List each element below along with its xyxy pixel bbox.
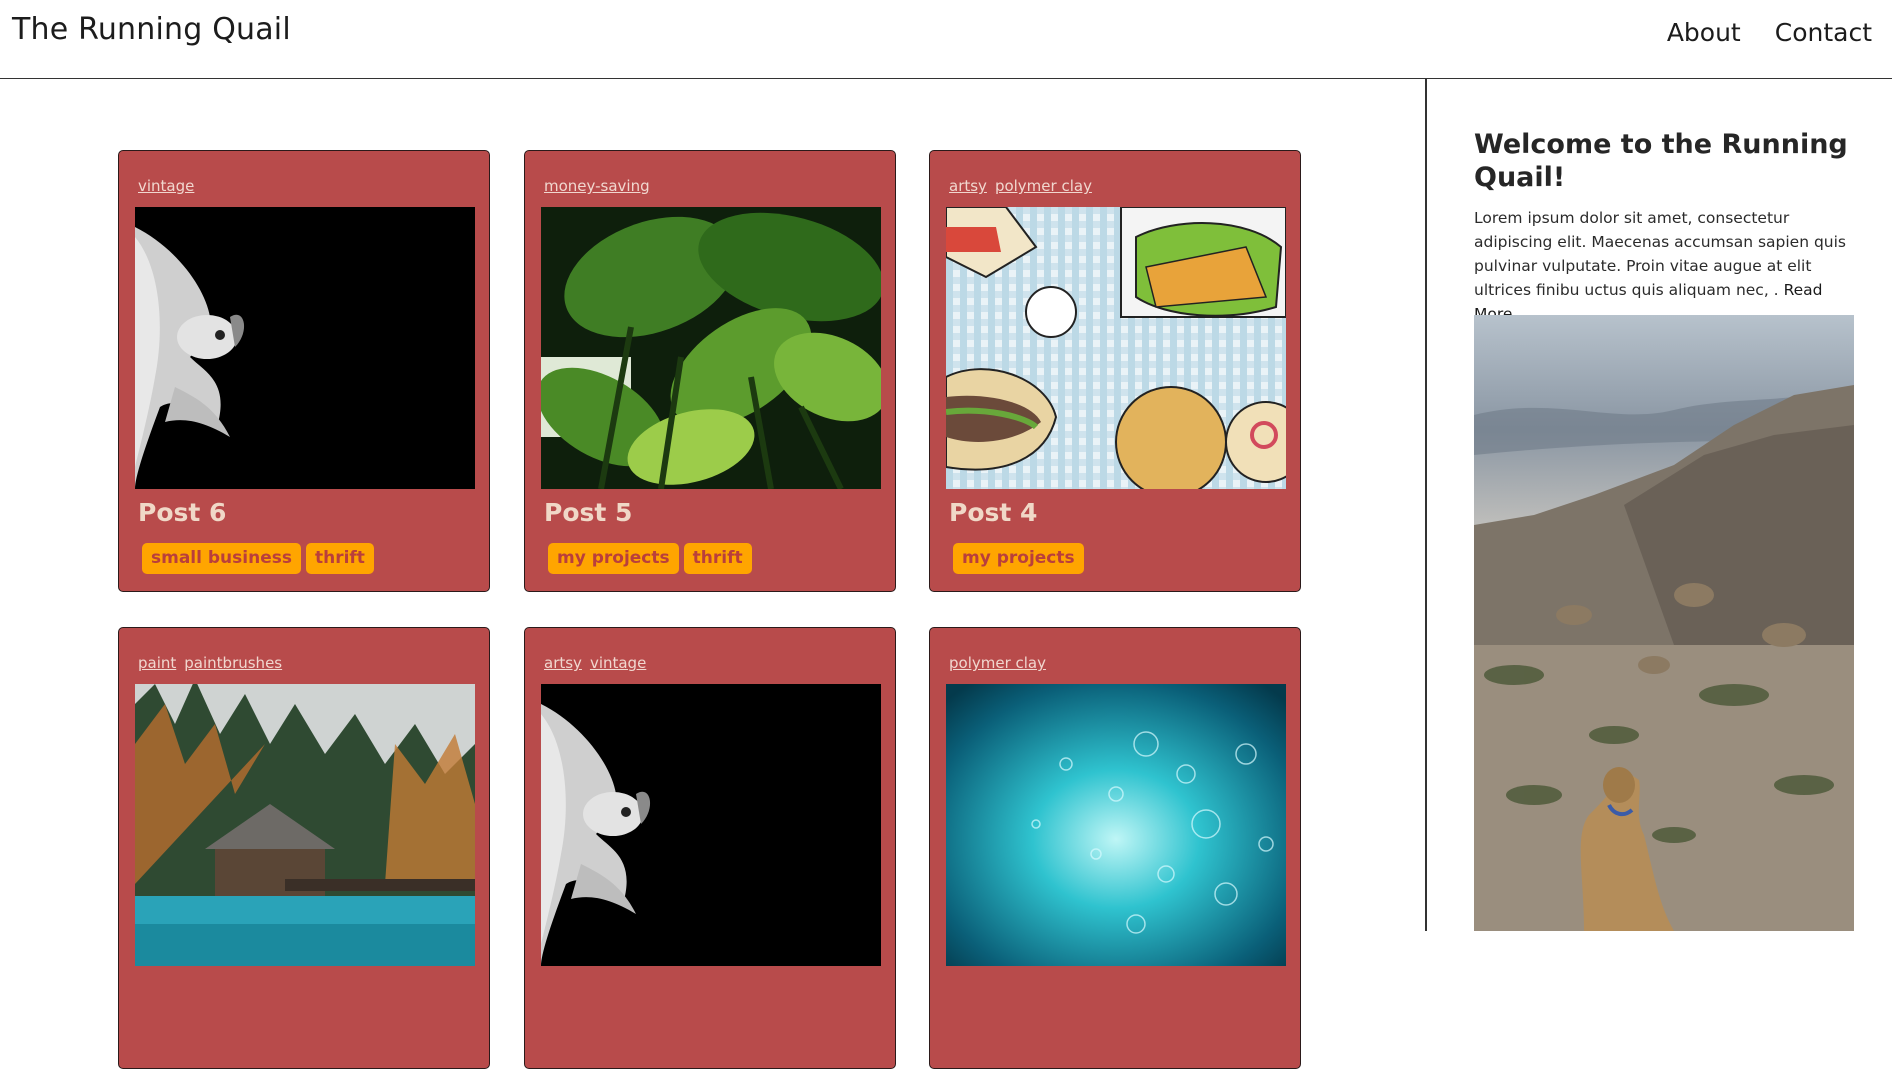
category-links: polymer clay [949,654,1046,672]
site-title[interactable]: The Running Quail [12,12,291,47]
category-links: vintage [138,177,194,195]
tag-list: my projects thrift [548,543,752,574]
tag-badge[interactable]: my projects [953,543,1084,574]
category-link[interactable]: paint [138,654,176,672]
category-links: money-saving [544,177,650,195]
category-links: paint paintbrushes [138,654,282,672]
sidebar-photo [1474,315,1854,931]
nav-about[interactable]: About [1667,18,1741,47]
post-title[interactable]: Post 4 [949,498,1037,527]
category-link[interactable]: artsy [949,177,987,195]
post-card[interactable]: artsy vintage [524,627,896,1069]
tag-list: small business thrift [142,543,374,574]
tag-badge[interactable]: thrift [683,543,752,574]
post-card[interactable]: artsy polymer clay Post 4 my projects [929,150,1301,592]
post-thumbnail[interactable] [541,684,881,966]
post-thumbnail[interactable] [135,207,475,489]
category-link[interactable]: polymer clay [995,177,1092,195]
sidebar-intro: Lorem ipsum dolor sit amet, consectetur … [1474,206,1854,326]
category-link[interactable]: vintage [138,177,194,195]
tag-badge[interactable]: small business [142,543,301,574]
post-thumbnail[interactable] [135,684,475,966]
sidebar-heading: Welcome to the Running Quail! [1474,129,1848,193]
post-card[interactable]: money-saving Post 5 my projects thrift [524,150,896,592]
category-link[interactable]: money-saving [544,177,650,195]
main-nav: About Contact [1667,18,1872,47]
post-title[interactable]: Post 5 [544,498,632,527]
post-card[interactable]: paint paintbrushes [118,627,490,1069]
post-thumbnail[interactable] [946,207,1286,489]
nav-contact[interactable]: Contact [1775,18,1872,47]
site-header: The Running Quail About Contact [0,0,1892,79]
post-title[interactable]: Post 6 [138,498,226,527]
tag-badge[interactable]: thrift [305,543,374,574]
post-card[interactable]: vintage Post 6 small business thrift [118,150,490,592]
category-link[interactable]: vintage [590,654,646,672]
post-thumbnail[interactable] [541,207,881,489]
category-links: artsy vintage [544,654,646,672]
category-link[interactable]: paintbrushes [184,654,282,672]
sidebar-divider [1425,79,1427,931]
category-link[interactable]: polymer clay [949,654,1046,672]
sidebar: Welcome to the Running Quail! Lorem ipsu… [1474,128,1854,326]
category-link[interactable]: artsy [544,654,582,672]
tag-badge[interactable]: my projects [548,543,679,574]
post-thumbnail[interactable] [946,684,1286,966]
tag-list: my projects [953,543,1084,574]
post-card[interactable]: polymer clay [929,627,1301,1069]
category-links: artsy polymer clay [949,177,1092,195]
